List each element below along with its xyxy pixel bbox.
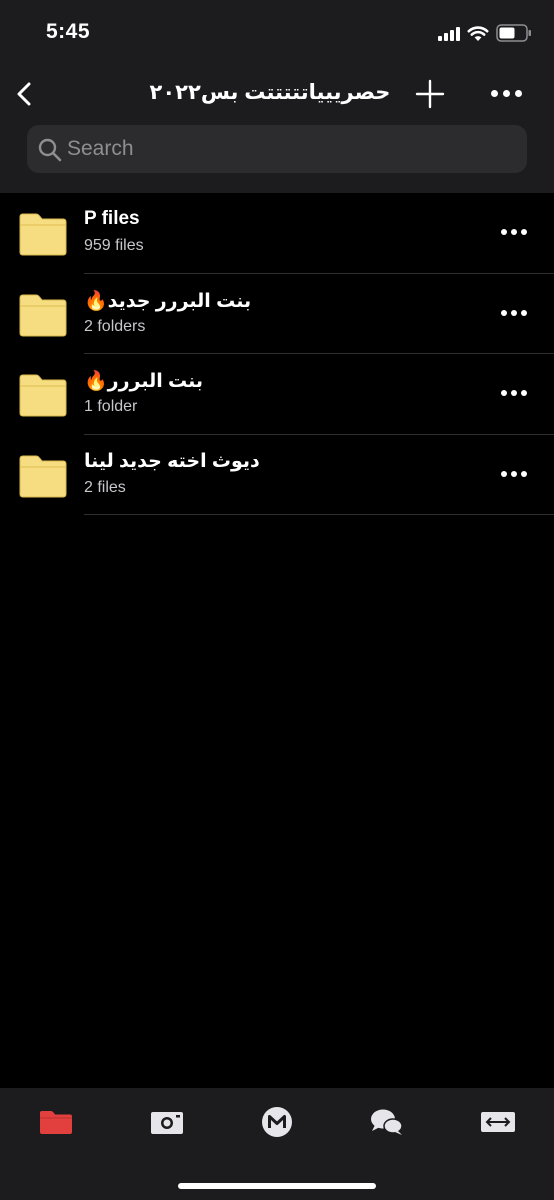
add-plus-icon[interactable] — [414, 78, 446, 110]
folder-icon — [19, 213, 67, 256]
cellular-signal-icon — [438, 27, 460, 41]
more-dots-icon — [491, 90, 522, 97]
status-time: 5:45 — [46, 20, 91, 43]
back-chevron-icon[interactable] — [10, 76, 42, 112]
header-area: 5:45 حصرييياتتتتتت بس٢٠٢٢ — [0, 0, 554, 193]
folder-name: ديوث اخته جديد لينا — [84, 450, 260, 472]
folder-list: P files 959 files بنت البررر جديد🔥 2 fol… — [0, 193, 554, 515]
tab-camera-uploads-icon[interactable] — [147, 1106, 187, 1138]
folder-more-button[interactable] — [496, 219, 534, 247]
folder-name: بنت البررر جديد🔥 — [84, 290, 252, 312]
folder-row[interactable]: بنت البررر🔥 1 folder — [0, 354, 554, 435]
folder-row[interactable]: ديوث اخته جديد لينا 2 files — [0, 435, 554, 515]
status-bar: 5:45 — [0, 0, 554, 66]
more-options-button[interactable] — [486, 78, 530, 110]
more-dots-icon — [501, 309, 527, 316]
folder-title: حصرييياتتتتتت بس٢٠٢٢ — [149, 81, 391, 104]
folder-more-button[interactable] — [496, 300, 534, 328]
folder-item-count: 959 files — [84, 237, 144, 254]
folder-icon — [19, 455, 67, 497]
folder-name: بنت البررر🔥 — [84, 371, 204, 392]
folder-icon — [19, 374, 67, 417]
more-dots-icon — [501, 470, 527, 477]
more-dots-icon — [501, 229, 527, 235]
folder-item-count: 2 folders — [84, 317, 146, 335]
folder-icon — [19, 294, 67, 336]
tab-transfers-icon[interactable] — [478, 1106, 518, 1138]
folder-item-count: 2 files — [84, 478, 126, 496]
folder-more-button[interactable] — [496, 461, 534, 489]
home-indicator — [178, 1183, 376, 1189]
folder-item-count: 1 folder — [84, 398, 138, 415]
folder-more-button[interactable] — [496, 380, 534, 408]
search-input[interactable] — [67, 125, 517, 173]
folder-name: P files — [84, 208, 140, 229]
tab-chat-icon[interactable] — [367, 1106, 407, 1138]
tab-mega-home-icon[interactable] — [257, 1106, 297, 1138]
more-dots-icon — [501, 390, 527, 396]
wifi-icon — [467, 26, 489, 41]
search-bar — [27, 125, 527, 173]
folder-row[interactable]: بنت البررر جديد🔥 2 folders — [0, 274, 554, 354]
folder-row[interactable]: P files 959 files — [0, 193, 554, 274]
tab-cloud-drive-folder-icon[interactable] — [36, 1106, 76, 1138]
battery-icon — [496, 24, 531, 42]
navigation-bar: حصرييياتتتتتت بس٢٠٢٢ — [0, 66, 554, 122]
divider — [84, 514, 554, 515]
search-icon — [38, 138, 62, 162]
cloud-drive-screen: 5:45 حصرييياتتتتتت بس٢٠٢٢ Search P files… — [0, 0, 554, 1200]
